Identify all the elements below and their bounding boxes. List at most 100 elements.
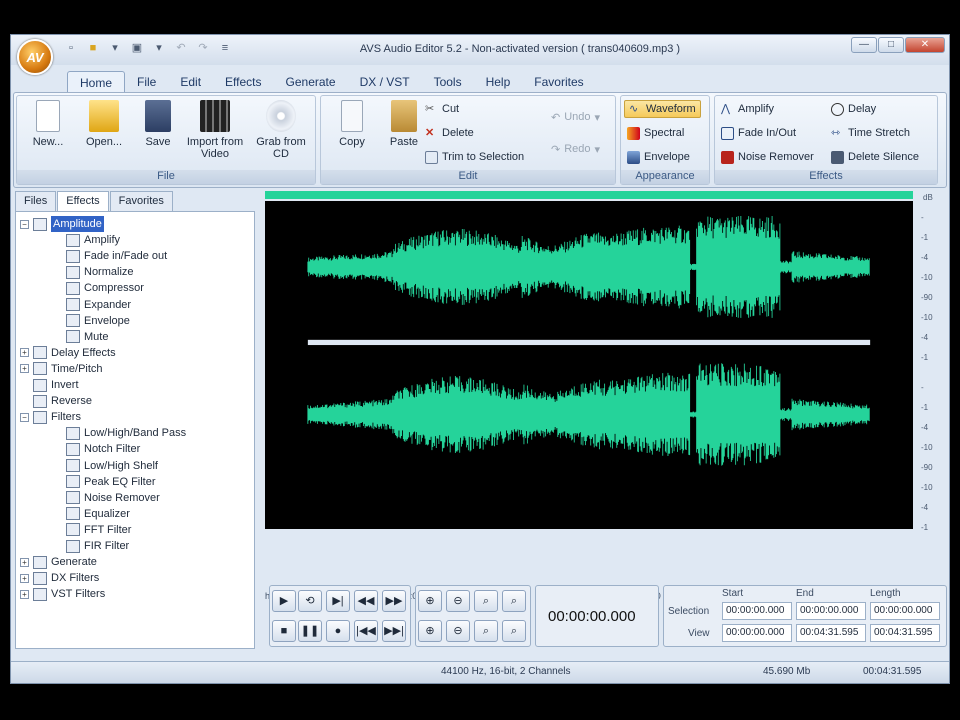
view-start-field[interactable]: 00:00:00.000 (722, 624, 792, 642)
close-button[interactable]: ✕ (905, 37, 945, 53)
loop-button[interactable]: ⟲ (298, 590, 322, 612)
tree-item[interactable]: Envelope (66, 313, 130, 329)
overview-bar[interactable] (265, 191, 913, 199)
selection-end-field[interactable]: 00:00:00.000 (796, 602, 866, 620)
right-channel-wave (307, 363, 870, 466)
go-end-button[interactable]: ▶▶| (382, 620, 406, 642)
selection-length-field[interactable]: 00:00:00.000 (870, 602, 940, 620)
tree-item[interactable]: Fade in/Fade out (66, 248, 167, 264)
tree-item[interactable]: Notch Filter (66, 441, 140, 457)
tree-item[interactable]: Low/High Shelf (66, 458, 158, 474)
zoom-fit-icon[interactable]: ⌕ (502, 590, 526, 612)
tree-item[interactable]: + DX Filters (20, 570, 99, 586)
tab-effects[interactable]: Effects (213, 71, 273, 93)
tab-home[interactable]: Home (67, 71, 126, 93)
save-button[interactable]: Save (129, 100, 187, 148)
tree-item[interactable]: − Amplitude (20, 216, 104, 232)
delete-silence-button[interactable]: Delete Silence (831, 148, 919, 166)
tree-item[interactable]: + Generate (20, 554, 97, 570)
forward-button[interactable]: ▶▶ (382, 590, 406, 612)
waveform-view-button[interactable]: ∿ Waveform (624, 100, 701, 118)
expand-toggle-icon[interactable]: + (20, 364, 29, 374)
db-tick-label: -1 (921, 353, 929, 362)
play-to-end-button[interactable]: ▶| (326, 590, 350, 612)
effect-icon (66, 298, 80, 311)
minimize-button[interactable]: — (851, 37, 877, 53)
trim-button[interactable]: Trim to Selection (425, 148, 524, 166)
tab-effects-panel[interactable]: Effects (57, 191, 109, 211)
expand-toggle-icon[interactable]: − (20, 412, 29, 422)
go-start-button[interactable]: |◀◀ (354, 620, 378, 642)
record-button[interactable]: ● (326, 620, 350, 642)
view-length-field[interactable]: 00:04:31.595 (870, 624, 940, 642)
tab-favorites[interactable]: Favorites (522, 71, 595, 93)
expand-toggle-icon[interactable]: − (20, 219, 29, 229)
zoom-in-vertical-icon[interactable]: ⊕ (418, 620, 442, 642)
stop-button[interactable]: ■ (272, 620, 296, 642)
tab-generate[interactable]: Generate (274, 71, 348, 93)
redo-button[interactable]: ↷ Redo ▾ (551, 140, 600, 158)
tree-item[interactable]: − Filters (20, 409, 81, 425)
zoom-selection-icon[interactable]: ⌕ (474, 590, 498, 612)
tree-item[interactable]: Equalizer (66, 506, 130, 522)
tree-item[interactable]: Invert (20, 377, 79, 393)
tree-item[interactable]: Normalize (66, 264, 134, 280)
tree-item[interactable]: Peak EQ Filter (66, 474, 156, 490)
tab-dx-vst[interactable]: DX / VST (348, 71, 422, 93)
copy-button[interactable]: Copy (323, 100, 381, 148)
undo-button[interactable]: ↶ Undo ▾ (551, 108, 600, 126)
time-stretch-button[interactable]: ⇿ Time Stretch (831, 124, 910, 142)
envelope-view-button[interactable]: Envelope (627, 148, 690, 166)
spectral-view-button[interactable]: Spectral (627, 124, 684, 142)
open-button[interactable]: Open... (75, 100, 133, 148)
tab-help[interactable]: Help (474, 71, 523, 93)
zoom-reset-icon[interactable]: ⌕ (502, 620, 526, 642)
selection-start-field[interactable]: 00:00:00.000 (722, 602, 792, 620)
tree-item[interactable]: Low/High/Band Pass (66, 425, 186, 441)
tab-files[interactable]: Files (15, 191, 57, 211)
tree-item[interactable]: Amplify (66, 232, 120, 248)
expand-toggle-icon[interactable]: + (20, 348, 29, 358)
zoom-full-icon[interactable]: ⌕ (474, 620, 498, 642)
tree-item-label: Low/High/Band Pass (84, 427, 187, 440)
tree-item[interactable]: Reverse (20, 393, 92, 409)
zoom-out-icon[interactable]: ⊖ (446, 590, 470, 612)
grab-cd-button[interactable]: Grab from CD (251, 100, 311, 160)
zoom-in-icon[interactable]: ⊕ (418, 590, 442, 612)
tree-item[interactable]: Expander (66, 297, 131, 313)
expand-toggle-icon[interactable]: + (20, 573, 29, 583)
import-video-button[interactable]: Import from Video (183, 100, 247, 160)
tree-item[interactable]: Noise Remover (66, 490, 160, 506)
delete-button[interactable]: ✕ Delete (425, 124, 474, 142)
tab-edit[interactable]: Edit (168, 71, 213, 93)
db-tick-label: -10 (921, 273, 933, 282)
fade-button[interactable]: Fade In/Out (721, 124, 796, 142)
tree-item-label: Invert (51, 379, 79, 391)
left-channel-wave (307, 215, 870, 318)
rewind-button[interactable]: ◀◀ (354, 590, 378, 612)
tree-item[interactable]: FIR Filter (66, 538, 129, 554)
tree-item[interactable]: + Time/Pitch (20, 361, 103, 377)
expand-toggle-icon[interactable]: + (20, 557, 29, 567)
tab-favorites-panel[interactable]: Favorites (109, 191, 173, 211)
noise-remover-button[interactable]: Noise Remover (721, 148, 814, 166)
tab-file[interactable]: File (125, 71, 168, 93)
expand-toggle-icon[interactable]: + (20, 589, 29, 599)
new-button[interactable]: New... (19, 100, 77, 148)
waveform-canvas[interactable] (265, 201, 913, 529)
tree-item[interactable]: Mute (66, 329, 108, 345)
amplify-button[interactable]: ⋀ Amplify (721, 100, 774, 118)
tab-tools[interactable]: Tools (422, 71, 474, 93)
view-end-field[interactable]: 00:04:31.595 (796, 624, 866, 642)
tree-item[interactable]: Compressor (66, 280, 144, 296)
delay-button[interactable]: Delay (831, 100, 876, 118)
zoom-out-vertical-icon[interactable]: ⊖ (446, 620, 470, 642)
tree-item[interactable]: + Delay Effects (20, 345, 116, 361)
app-menu-button[interactable]: AV (17, 39, 53, 75)
pause-button[interactable]: ❚❚ (298, 620, 322, 642)
maximize-button[interactable]: □ (878, 37, 904, 53)
tree-item[interactable]: FFT Filter (66, 522, 131, 538)
play-button[interactable]: ▶ (272, 590, 296, 612)
tree-item[interactable]: + VST Filters (20, 586, 105, 602)
cut-button[interactable]: ✂ Cut (425, 100, 459, 118)
